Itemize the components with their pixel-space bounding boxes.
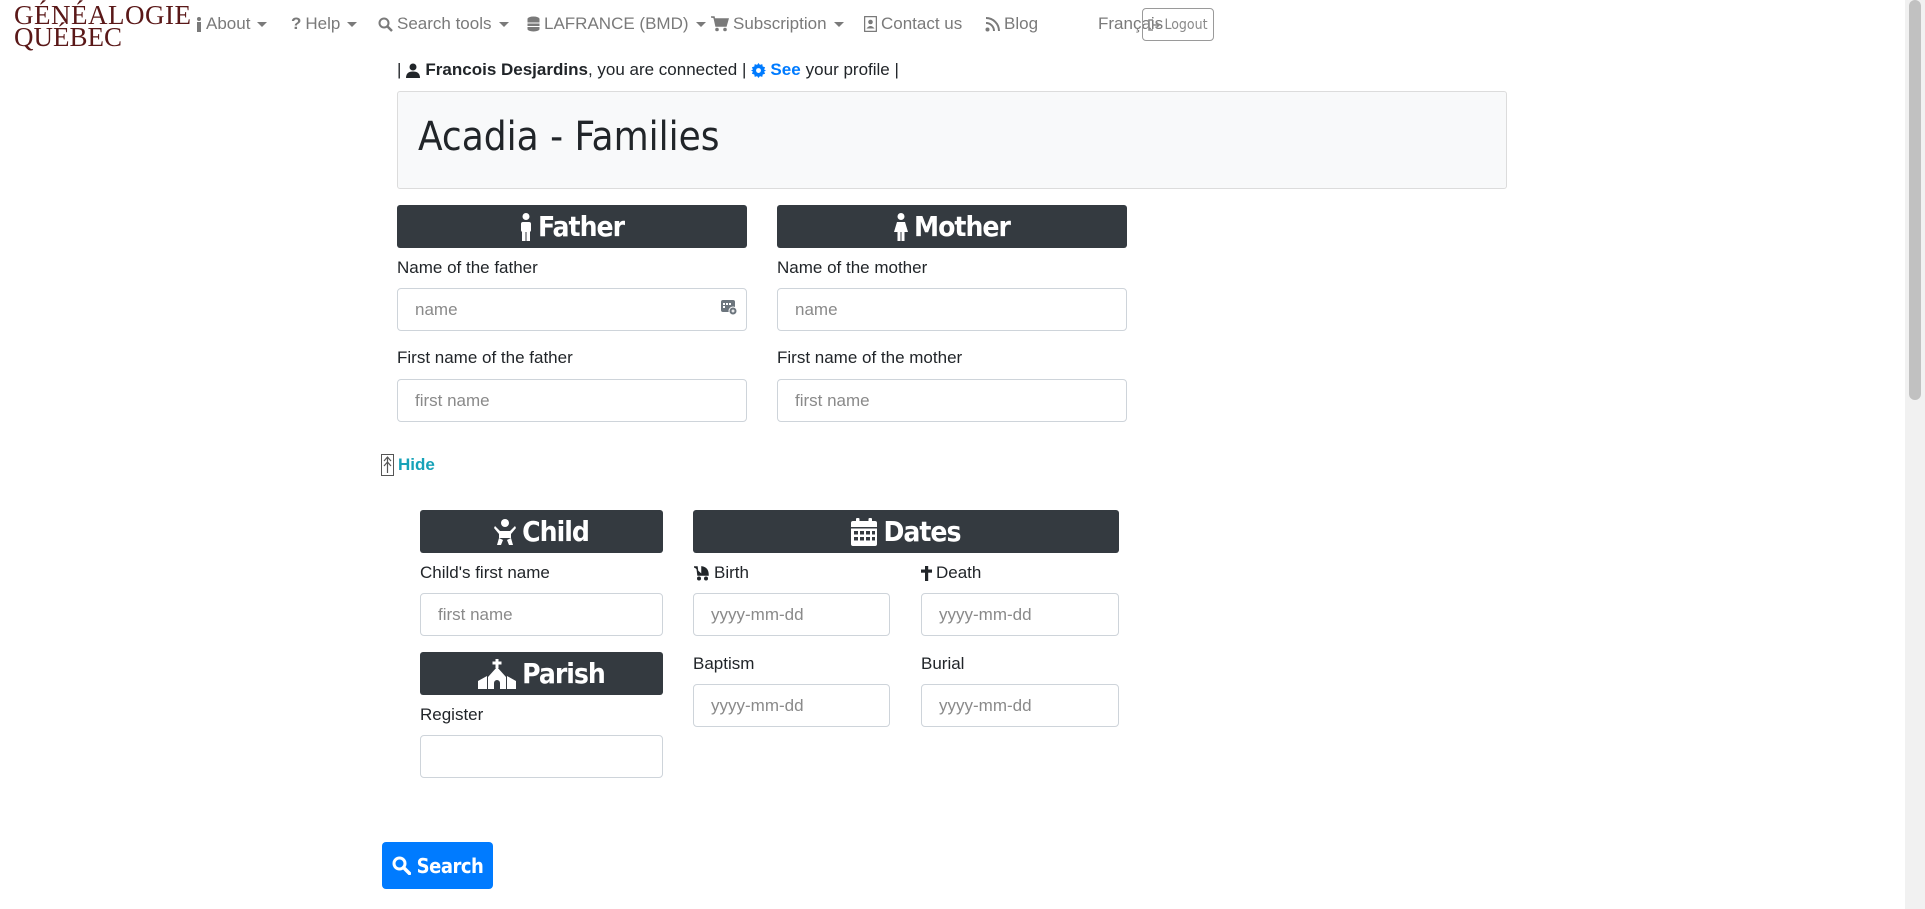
- search-icon: [392, 856, 411, 875]
- search-button-label: Search: [416, 853, 484, 878]
- page-title: Acadia - Families: [418, 114, 720, 160]
- nav-help-label: Help: [305, 14, 341, 33]
- gear-icon: [751, 62, 767, 78]
- caret-down-icon: [347, 21, 358, 27]
- nav-database-label: LAFRANCE (BMD): [544, 14, 689, 33]
- death-label: Death: [921, 563, 981, 583]
- child-first-label: Child's first name: [420, 563, 550, 582]
- nav-about-label: About: [206, 14, 251, 33]
- dates-header: Dates: [693, 510, 1119, 553]
- caret-down-icon: [833, 21, 844, 27]
- baptism-date-input[interactable]: [693, 684, 890, 727]
- death-date-input[interactable]: [921, 593, 1119, 636]
- nav-subscription[interactable]: Subscription: [711, 14, 844, 34]
- father-name-label: Name of the father: [397, 258, 538, 277]
- sign-out-icon: [1148, 18, 1161, 31]
- birth-date-input[interactable]: [693, 593, 890, 636]
- site-logo[interactable]: GÉNÉALOGIE QUÉBEC: [14, 2, 191, 52]
- info-icon: [197, 16, 201, 32]
- nav-blog[interactable]: Blog: [985, 14, 1038, 34]
- register-label: Register: [420, 705, 484, 724]
- child-icon: [494, 518, 517, 545]
- death-label-text: Death: [936, 563, 982, 582]
- baptism-label: Baptism: [693, 654, 755, 673]
- profile-text: your profile |: [805, 60, 899, 79]
- connected-status: | Francois Desjardins, you are connected…: [397, 60, 899, 80]
- father-header-label: Father: [537, 210, 625, 243]
- mother-first-input[interactable]: [777, 379, 1127, 422]
- child-header: Child: [420, 510, 663, 553]
- baby-carriage-icon: [694, 566, 709, 581]
- burial-date-input[interactable]: [921, 684, 1119, 727]
- female-icon: [894, 212, 909, 241]
- hide-label: Hide: [398, 455, 435, 474]
- register-select[interactable]: [420, 735, 663, 778]
- nav-search-tools-label: Search tools: [397, 14, 492, 33]
- caret-down-icon: [257, 21, 268, 27]
- birth-label: Birth: [693, 563, 749, 583]
- mother-first-label: First name of the mother: [777, 348, 963, 367]
- dates-header-label: Dates: [883, 515, 961, 548]
- burial-label: Burial: [921, 654, 965, 673]
- parish-header: Parish: [420, 652, 663, 695]
- male-icon: [520, 212, 531, 241]
- nav-search-tools[interactable]: Search tools: [378, 14, 509, 34]
- scrollbar[interactable]: [1905, 0, 1925, 909]
- cart-icon: [711, 16, 729, 32]
- contact-card-icon: [864, 16, 877, 32]
- mother-header-label: Mother: [914, 210, 1011, 243]
- cross-icon: [921, 565, 932, 581]
- user-icon: [406, 63, 421, 78]
- rss-icon: [985, 16, 1000, 31]
- church-icon: [478, 658, 517, 689]
- nav-contact-label: Contact us: [881, 14, 963, 33]
- contact-autofill-icon[interactable]: [721, 299, 737, 315]
- father-name-input[interactable]: [397, 288, 747, 331]
- birth-label-text: Birth: [714, 563, 749, 582]
- see-profile-link[interactable]: See: [751, 60, 801, 80]
- father-first-input[interactable]: [397, 379, 747, 422]
- logout-button[interactable]: Logout: [1142, 8, 1214, 41]
- father-header: Father: [397, 205, 747, 248]
- nav-about[interactable]: About: [196, 14, 268, 34]
- database-icon: [527, 16, 540, 32]
- search-icon: [378, 17, 393, 32]
- see-label: See: [770, 60, 801, 79]
- parish-header-label: Parish: [522, 657, 606, 690]
- calendar-icon: [851, 517, 878, 546]
- hide-toggle[interactable]: Hide: [381, 454, 435, 476]
- mother-name-label: Name of the mother: [777, 258, 928, 277]
- connected-text: , you are connected |: [587, 60, 747, 79]
- navbar: GÉNÉALOGIE QUÉBEC About ? Help Search to…: [0, 0, 1905, 52]
- nav-subscription-label: Subscription: [733, 14, 827, 33]
- child-header-label: Child: [522, 515, 590, 548]
- nav-contact[interactable]: Contact us: [864, 14, 962, 34]
- caret-down-icon: [695, 21, 706, 27]
- scrollbar-thumb[interactable]: [1909, 0, 1921, 400]
- title-panel: Acadia - Families: [397, 91, 1507, 189]
- mother-header: Mother: [777, 205, 1127, 248]
- child-first-input[interactable]: [420, 593, 663, 636]
- collapse-arrows-icon: [381, 454, 394, 476]
- question-icon: ?: [291, 14, 302, 33]
- nav-database[interactable]: LAFRANCE (BMD): [527, 14, 706, 34]
- caret-down-icon: [498, 21, 509, 27]
- nav-blog-label: Blog: [1004, 14, 1039, 33]
- father-first-label: First name of the father: [397, 348, 573, 367]
- nav-help[interactable]: ? Help: [291, 14, 358, 34]
- logo-line-2: QUÉBEC: [14, 22, 122, 52]
- user-name: Francois Desjardins: [425, 60, 588, 79]
- logout-label: Logout: [1164, 16, 1208, 33]
- search-button[interactable]: Search: [382, 842, 493, 889]
- mother-name-input[interactable]: [777, 288, 1127, 331]
